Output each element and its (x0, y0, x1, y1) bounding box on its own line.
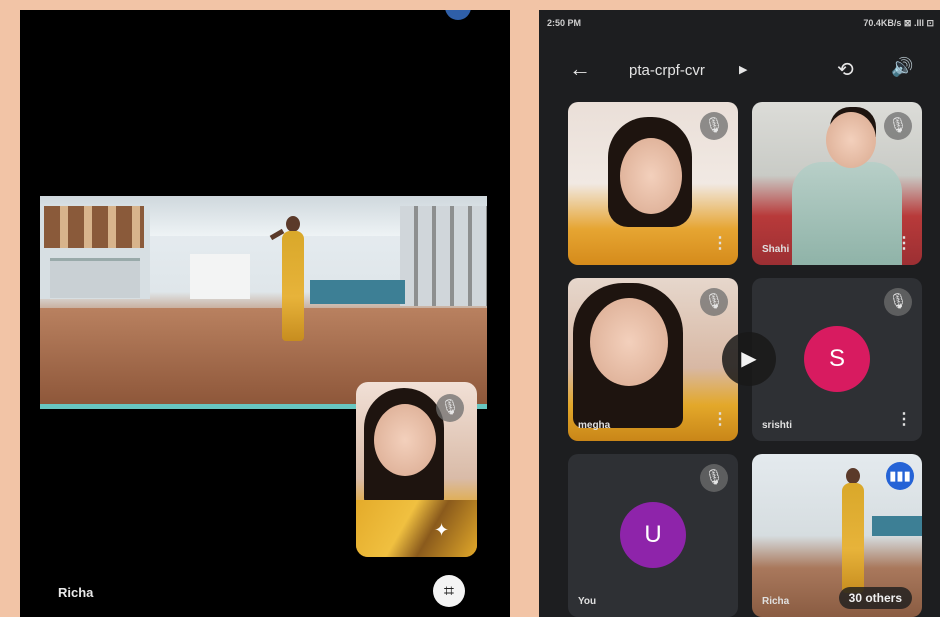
self-view-tile[interactable]: 🎙 ✦ (356, 382, 477, 557)
caret-right-icon[interactable]: ▶ (739, 63, 747, 76)
cabinet (310, 280, 405, 304)
speaking-indicator-icon: ▮▮▮ (886, 462, 914, 490)
back-arrow-icon[interactable]: ← (569, 56, 591, 82)
shelf (50, 258, 140, 298)
participant-name: Shahi (762, 244, 790, 255)
more-options-icon[interactable]: ⋮ (896, 409, 912, 429)
mic-off-icon: 🎙 (700, 288, 728, 316)
participant-name: You (578, 596, 597, 607)
avatar: S (804, 326, 870, 392)
main-video-feed[interactable] (40, 196, 487, 409)
more-options-icon[interactable]: ⋮ (712, 409, 728, 429)
notification-dot (445, 10, 471, 20)
participant-tile[interactable]: ▮▮▮ Richa 30 others (752, 454, 922, 617)
participant-tile[interactable]: 🎙 Shahi ⋮ (752, 102, 922, 265)
status-indicators: 70.4KB/s ⊠ .Ill ⊡ (863, 18, 934, 28)
dancer-figure (840, 468, 866, 593)
switch-camera-icon[interactable]: ⟲ (837, 57, 854, 82)
effects-sparkle-icon[interactable]: ✦ (434, 520, 449, 541)
others-count-button[interactable]: 30 others (838, 587, 912, 609)
wall-panels (400, 206, 487, 306)
more-options-icon[interactable]: ⋮ (712, 233, 728, 253)
participant-name: megha (578, 420, 611, 431)
mic-off-icon: 🎙 (700, 464, 728, 492)
participant-tile[interactable]: 🎙 megha ⋮ (568, 278, 738, 441)
grid-view-icon[interactable]: ⌗ (433, 575, 465, 607)
next-page-arrow-icon[interactable]: ▶ (722, 332, 776, 386)
participant-tile[interactable]: 🎙 ⋮ (568, 102, 738, 265)
dancer-figure (269, 216, 306, 344)
right-phone-screen: 2:50 PM 70.4KB/s ⊠ .Ill ⊡ ← pta-crpf-cvr… (539, 10, 940, 617)
participant-name: Richa (762, 596, 790, 607)
avatar: U (620, 502, 686, 568)
more-options-icon[interactable]: ⋮ (896, 233, 912, 253)
speaker-icon[interactable]: 🔊 (891, 57, 913, 78)
mic-off-icon: 🎙 (884, 288, 912, 316)
left-phone-screen: 🎙 ✦ Richa ⌗ (20, 10, 510, 617)
meeting-title[interactable]: pta-crpf-cvr (629, 62, 705, 79)
mic-off-icon: 🎙 (884, 112, 912, 140)
meeting-topbar: ← pta-crpf-cvr ▶ ⟲ 🔊 (539, 54, 940, 90)
status-time: 2:50 PM (547, 18, 582, 28)
window (190, 254, 250, 299)
participant-tile[interactable]: S 🎙 srishti ⋮ (752, 278, 922, 441)
main-participant-name: Richa (58, 585, 94, 600)
mic-off-icon: 🎙 (436, 394, 464, 422)
participant-tile[interactable]: U 🎙 You (568, 454, 738, 617)
participant-name: srishti (762, 420, 793, 431)
wall-frames (44, 206, 144, 248)
mic-off-icon: 🎙 (700, 112, 728, 140)
